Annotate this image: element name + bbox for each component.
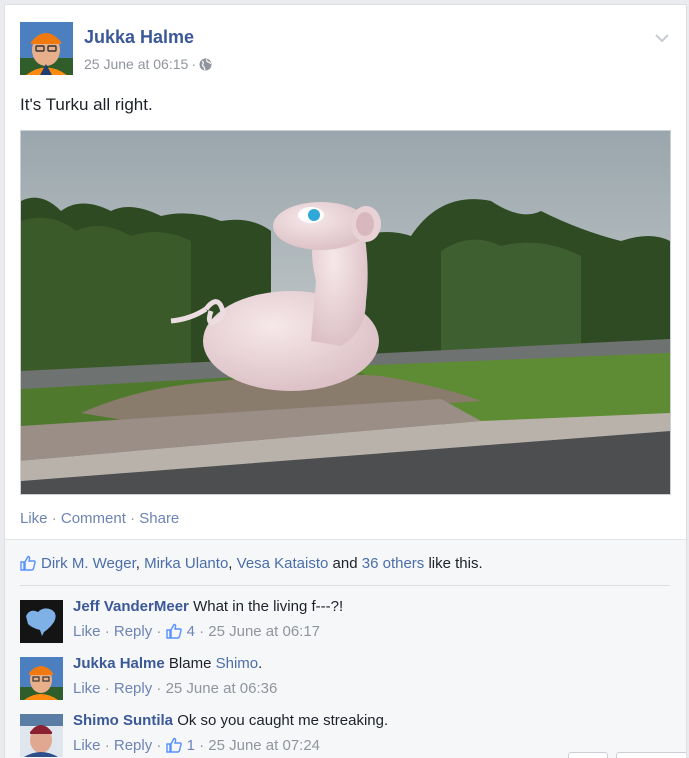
comment-timestamp[interactable]: 25 June at 07:24 xyxy=(208,737,320,754)
comment-likes[interactable]: 4 xyxy=(165,623,195,643)
action-separator: · xyxy=(51,510,57,527)
post-card: Jukka Halme 25 June at 06:15 · It's Turku… xyxy=(4,4,687,758)
comment-likes-count: 4 xyxy=(186,623,195,640)
author-avatar[interactable] xyxy=(20,22,73,75)
likes-summary: Dirk M. Weger, Mirka Ulanto, Vesa Katais… xyxy=(20,555,670,586)
comment-item: Jeff VanderMeer What in the living f---?… xyxy=(20,598,670,644)
post-author-name[interactable]: Jukka Halme xyxy=(84,27,194,48)
comment-body: Shimo Suntila Ok so you caught me streak… xyxy=(73,712,388,729)
post-header: Jukka Halme 25 June at 06:15 · xyxy=(20,22,671,80)
thumbs-up-icon xyxy=(165,623,182,643)
comment-like-link[interactable]: Like xyxy=(73,680,101,697)
thumbs-up-icon xyxy=(165,737,182,757)
comment-text: What in the living f---?! xyxy=(193,598,344,615)
meta-separator: · xyxy=(156,680,162,697)
comment-timestamp[interactable]: 25 June at 06:17 xyxy=(208,623,320,640)
post-text: It's Turku all right. xyxy=(20,95,153,114)
meta-separator: · xyxy=(199,737,205,754)
commenter-avatar[interactable] xyxy=(20,657,63,700)
comment-body: Jeff VanderMeer What in the living f---?… xyxy=(73,598,343,615)
post-timestamp[interactable]: 25 June at 06:15 xyxy=(84,56,188,72)
meta-separator: · xyxy=(191,56,196,72)
globe-icon xyxy=(199,58,212,74)
commenter-name[interactable]: Jukka Halme xyxy=(73,655,165,672)
comment-like-link[interactable]: Like xyxy=(73,623,101,640)
post-actions: Like · Comment · Share xyxy=(20,510,179,527)
thumbs-up-icon xyxy=(20,555,36,575)
comment-reply-link[interactable]: Reply xyxy=(114,680,152,697)
comment-text: Blame xyxy=(168,655,212,672)
chevron-down-icon[interactable] xyxy=(655,30,669,48)
meta-separator: · xyxy=(156,623,162,640)
comment-body: Jukka Halme Blame Shimo. xyxy=(73,655,262,672)
comment-meta: Like · Reply · 4 · 25 June at 06:17 xyxy=(73,623,320,643)
meta-separator: · xyxy=(156,737,162,754)
liker-name[interactable]: Mirka Ulanto xyxy=(144,555,228,572)
comment-item: Jukka Halme Blame Shimo. Like · Reply · … xyxy=(20,655,670,701)
share-link[interactable]: Share xyxy=(139,510,179,527)
comment-timestamp[interactable]: 25 June at 06:36 xyxy=(166,680,278,697)
comment-like-link[interactable]: Like xyxy=(73,737,101,754)
commenter-name[interactable]: Shimo Suntila xyxy=(73,712,173,729)
comment-text-end: . xyxy=(258,655,263,672)
commenter-name[interactable]: Jeff VanderMeer xyxy=(73,598,189,615)
likes-comma: , xyxy=(135,555,140,572)
likes-and: and xyxy=(332,555,358,572)
comment-likes[interactable]: 1 xyxy=(165,737,195,757)
comment-meta: Like · Reply · 1 · 25 June at 07:24 xyxy=(73,737,320,757)
comment-text: Ok so you caught me streaking. xyxy=(177,712,389,729)
meta-separator: · xyxy=(199,623,205,640)
action-separator: · xyxy=(130,510,136,527)
partial-button[interactable] xyxy=(616,752,686,758)
comment-reply-link[interactable]: Reply xyxy=(114,737,152,754)
meta-separator: · xyxy=(104,623,110,640)
comment-reply-link[interactable]: Reply xyxy=(114,623,152,640)
meta-separator: · xyxy=(104,737,110,754)
partial-button[interactable] xyxy=(568,752,608,758)
comment-mention[interactable]: Shimo xyxy=(216,655,259,672)
like-link[interactable]: Like xyxy=(20,510,48,527)
post-meta: 25 June at 06:15 · xyxy=(84,56,212,74)
liker-name[interactable]: Dirk M. Weger xyxy=(41,555,136,572)
comment-meta: Like · Reply · 25 June at 06:36 xyxy=(73,680,277,697)
commenter-avatar[interactable] xyxy=(20,714,63,757)
likes-others-link[interactable]: 36 others xyxy=(362,555,425,572)
liker-name[interactable]: Vesa Kataisto xyxy=(237,555,329,572)
meta-separator: · xyxy=(104,680,110,697)
comment-link[interactable]: Comment xyxy=(61,510,126,527)
likes-suffix: like this. xyxy=(428,555,483,572)
likes-comma: , xyxy=(228,555,233,572)
feedback-section: Dirk M. Weger, Mirka Ulanto, Vesa Katais… xyxy=(5,539,686,758)
comment-likes-count: 1 xyxy=(186,737,195,754)
post-photo[interactable] xyxy=(20,130,671,495)
commenter-avatar[interactable] xyxy=(20,600,63,643)
